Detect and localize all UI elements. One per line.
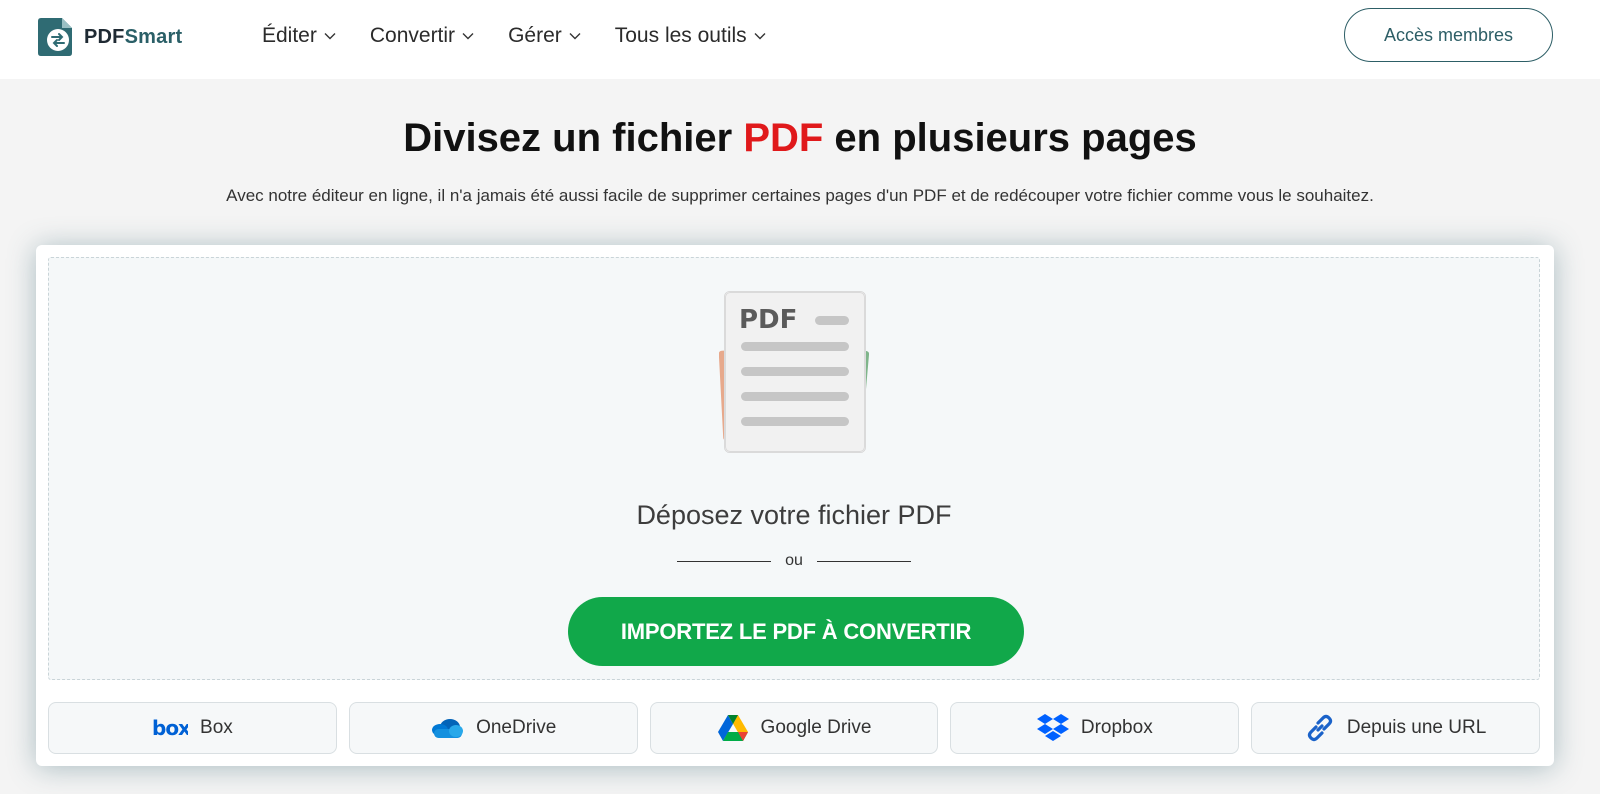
onedrive-cloud-icon xyxy=(430,717,464,739)
source-url-button[interactable]: Depuis une URL xyxy=(1251,702,1540,754)
source-label: Google Drive xyxy=(760,717,872,738)
logo-text-smart: Smart xyxy=(124,25,183,48)
or-divider: ou xyxy=(49,552,1539,570)
svg-text:box: box xyxy=(152,718,188,738)
title-part-2: en plusieurs pages xyxy=(823,116,1197,160)
pdfsmart-logo-icon xyxy=(36,17,74,57)
nav-item-convertir[interactable]: Convertir xyxy=(370,24,474,48)
import-pdf-button[interactable]: IMPORTEZ LE PDF À CONVERTIR xyxy=(568,597,1024,666)
nav-item-gerer[interactable]: Gérer xyxy=(508,24,581,48)
nav-item-label: Gérer xyxy=(508,24,562,47)
members-access-button[interactable]: Accès membres xyxy=(1344,8,1553,62)
nav-item-label: Tous les outils xyxy=(614,24,747,47)
pdf-document-icon: PDF xyxy=(718,290,870,465)
source-label: Depuis une URL xyxy=(1346,717,1487,738)
source-label: Box xyxy=(200,717,233,738)
chevron-down-icon xyxy=(462,32,474,40)
nav-item-tous-les-outils[interactable]: Tous les outils xyxy=(615,24,766,48)
logo-text: PDFSmart xyxy=(84,26,182,49)
site-header: PDFSmart Éditer Convertir Gérer Tous les… xyxy=(0,0,1600,79)
chevron-down-icon xyxy=(324,32,336,40)
link-icon xyxy=(1305,713,1335,743)
nav-item-editer[interactable]: Éditer xyxy=(262,24,336,48)
divider-line xyxy=(677,560,772,562)
nav-item-label: Éditer xyxy=(262,24,317,47)
or-text: ou xyxy=(785,552,803,569)
source-dropbox-button[interactable]: Dropbox xyxy=(950,702,1240,754)
title-part-1: Divisez un fichier xyxy=(403,116,744,160)
drop-instruction: Déposez votre fichier PDF xyxy=(636,500,952,530)
page-title: Divisez un fichier PDF en plusieurs page… xyxy=(0,116,1600,161)
divider-line xyxy=(816,560,911,562)
logo-text-pdf: PDF xyxy=(84,25,125,48)
file-dropzone[interactable]: PDF Déposez votre fichier PDF ou IMPORTE… xyxy=(48,257,1540,680)
source-label: Dropbox xyxy=(1080,717,1153,738)
nav-item-label: Convertir xyxy=(369,24,456,47)
source-onedrive-button[interactable]: OneDrive xyxy=(348,702,638,754)
chevron-down-icon xyxy=(569,32,581,40)
pdf-illustration-label: PDF xyxy=(739,305,797,335)
pdfsmart-logo[interactable]: PDFSmart xyxy=(36,16,182,58)
google-drive-icon xyxy=(717,714,749,742)
title-accent: PDF xyxy=(743,116,824,160)
cloud-sources: box Box OneDrive Google Drive Dropbox De… xyxy=(48,702,1540,754)
box-logo-icon: box xyxy=(152,718,188,738)
source-box-button[interactable]: box Box xyxy=(48,702,337,754)
main-nav: Éditer Convertir Gérer Tous les outils xyxy=(262,24,800,48)
chevron-down-icon xyxy=(754,32,766,40)
upload-card: PDF Déposez votre fichier PDF ou IMPORTE… xyxy=(36,245,1554,766)
dropbox-icon xyxy=(1036,713,1069,743)
source-google-drive-button[interactable]: Google Drive xyxy=(649,702,939,754)
page-subtitle: Avec notre éditeur en ligne, il n'a jama… xyxy=(226,186,1374,205)
source-label: OneDrive xyxy=(476,717,557,738)
